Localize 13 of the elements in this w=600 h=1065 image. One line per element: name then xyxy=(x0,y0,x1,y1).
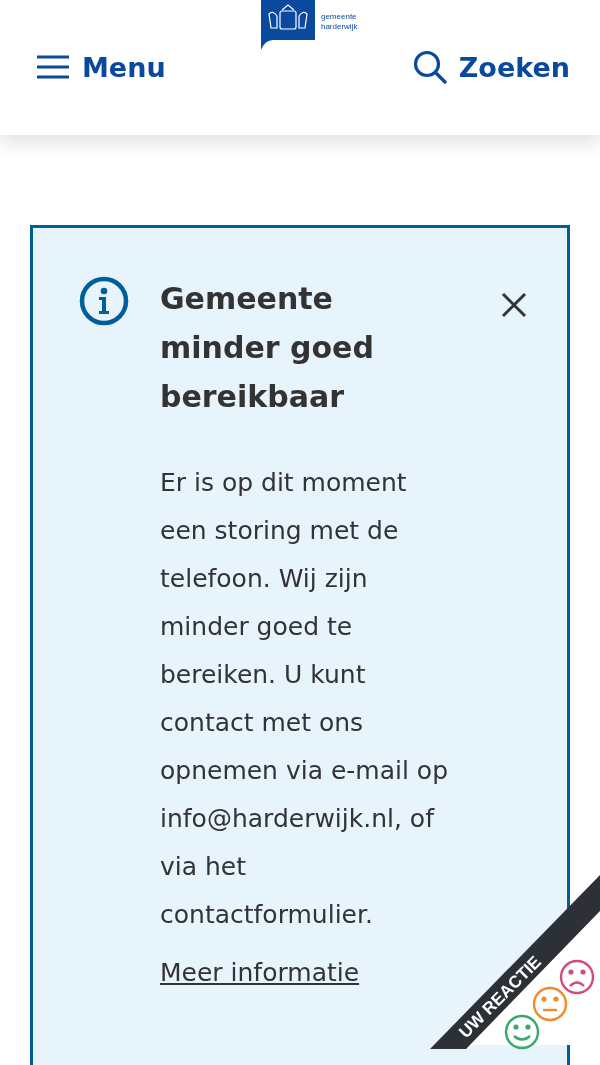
search-icon xyxy=(412,50,447,84)
search-button[interactable]: Zoeken xyxy=(412,48,570,86)
menu-button[interactable]: Menu xyxy=(36,48,166,86)
more-info-link[interactable]: Meer informatie xyxy=(160,949,360,997)
info-icon xyxy=(79,276,129,326)
alert-message: Er is op dit moment een storing met de telefoon. Wij zijn minder goed te bereiken. U kunt contact met ons opnemen via e-mail op info@harderwijk.nl, of via het contactformulier. xyxy=(160,467,449,931)
logo-icon xyxy=(260,0,315,50)
logo-text: gemeente harderwijk xyxy=(320,12,358,32)
menu-icon xyxy=(36,54,70,80)
close-button[interactable] xyxy=(501,292,527,318)
sad-face-icon xyxy=(559,959,595,995)
smiley-icon xyxy=(504,1014,540,1050)
alert-title: Gemeente minder goed bereikbaar xyxy=(160,280,375,416)
